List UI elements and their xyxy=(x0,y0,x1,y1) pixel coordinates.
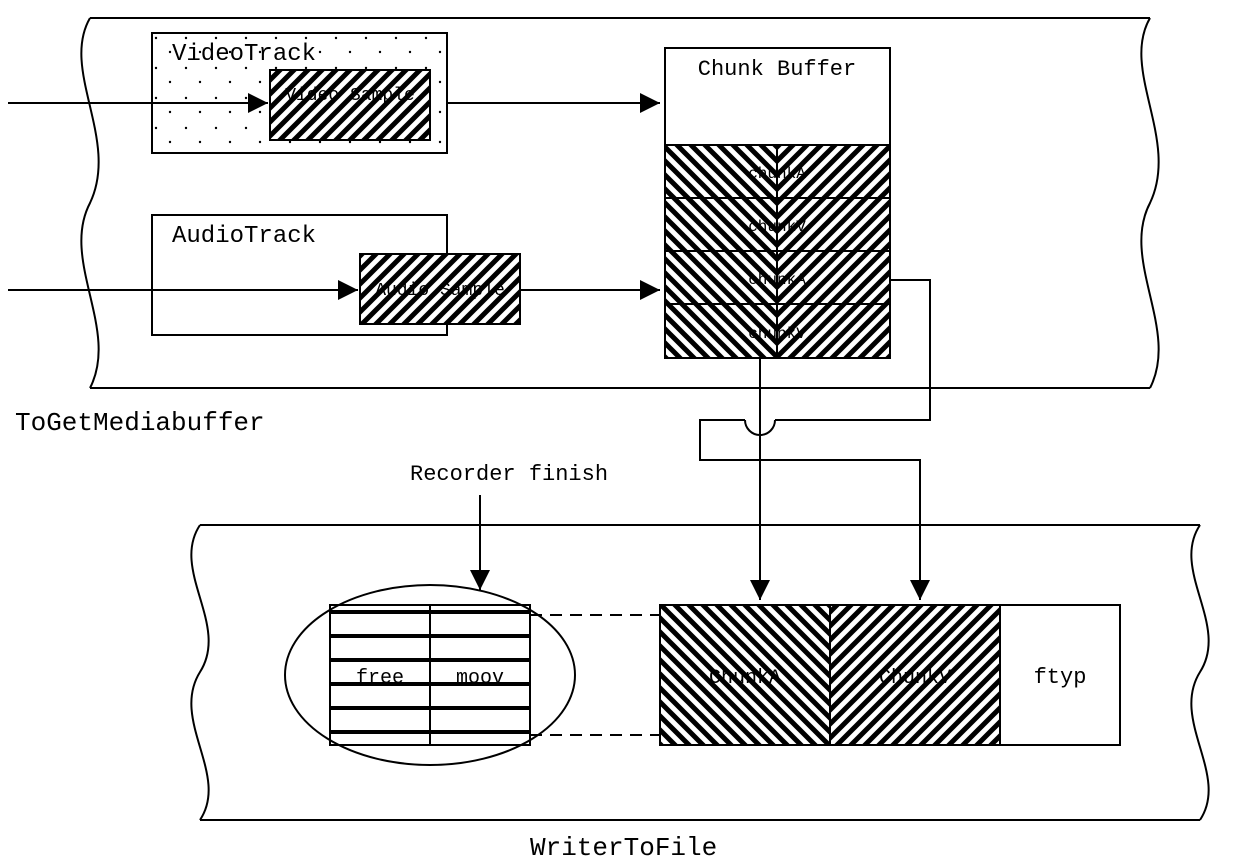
audio-sample-box: Audio Sample xyxy=(360,254,520,324)
chunk-row-3: chunkV xyxy=(665,304,890,358)
audio-track-title: AudioTrack xyxy=(172,223,316,250)
lower-blocks: ChunkA ChunkV ftyp xyxy=(660,605,1120,745)
chunkA-label: ChunkA xyxy=(709,667,781,690)
video-track-title: VideoTrack xyxy=(172,41,316,68)
video-sample-box: Video Sample xyxy=(270,70,430,140)
ftyp-label: ftyp xyxy=(1034,665,1087,690)
svg-text:chunkA: chunkA xyxy=(748,271,806,289)
chunk-buffer: Chunk Buffer chunkA chunkV chunkA chunkV xyxy=(665,48,890,358)
chunkV-label: ChunkV xyxy=(879,667,951,690)
chunk-row-1: chunkV xyxy=(665,198,890,251)
moov-label: moov xyxy=(456,667,504,690)
svg-text:chunkA: chunkA xyxy=(748,165,806,183)
chunk-buffer-title-1: Chunk Buffer xyxy=(698,57,856,82)
free-label: free xyxy=(356,667,404,690)
chunk-row-0: chunkA xyxy=(665,145,890,198)
video-sample-label: Video Sample xyxy=(285,86,415,106)
upper-label: ToGetMediabuffer xyxy=(15,408,265,438)
chunk-row-2: chunkA xyxy=(665,251,890,304)
audio-track-box: AudioTrack Audio Sample xyxy=(152,215,520,335)
free-moov-group: free moov xyxy=(285,585,575,765)
audio-sample-label: Audio Sample xyxy=(375,281,505,301)
svg-text:chunkV: chunkV xyxy=(748,325,806,343)
lower-label: WriterToFile xyxy=(530,833,717,863)
recorder-finish-label: Recorder finish xyxy=(410,462,608,487)
svg-text:chunkV: chunkV xyxy=(748,218,806,236)
video-track-box: VideoTrack Video Sample xyxy=(152,33,447,153)
